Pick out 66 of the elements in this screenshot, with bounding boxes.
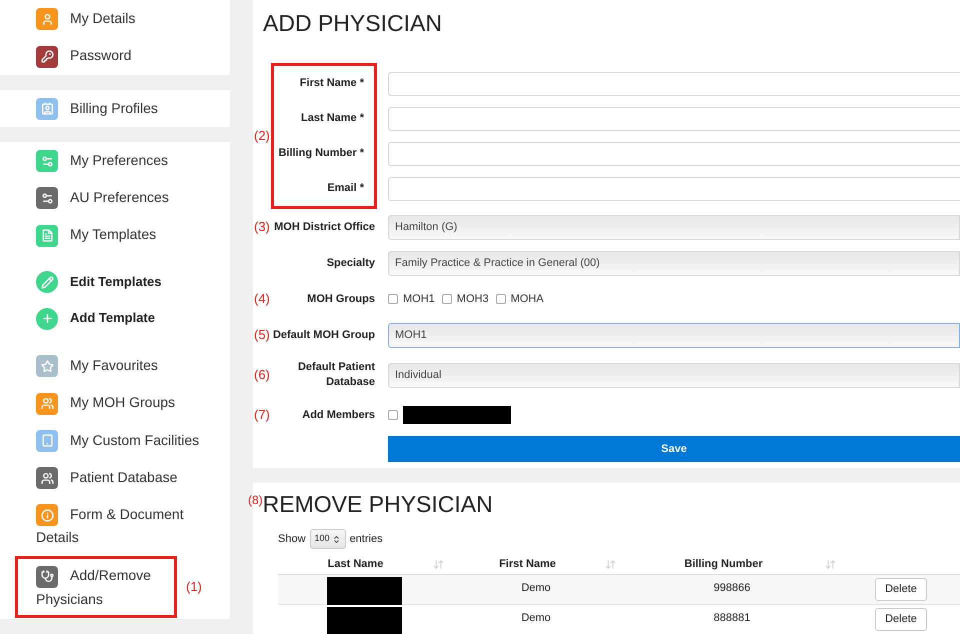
chevrons-icon [332, 534, 341, 544]
section-title: ADD PHYSICIAN [263, 9, 442, 38]
sort-icon[interactable] [825, 559, 836, 570]
checkbox-label: MOHA [510, 292, 544, 307]
show-label: Show [278, 532, 306, 547]
sidebar-link[interactable]: Edit Templates [36, 270, 206, 294]
sort-icon[interactable] [605, 559, 616, 570]
sidebar-link[interactable]: Billing Profiles [36, 96, 206, 120]
sidebar-link[interactable]: AU Preferences [36, 186, 206, 210]
table-cell-text: 888881 [714, 611, 750, 626]
field-label: First Name * [300, 76, 364, 92]
field-label: MOH Groups [307, 292, 375, 304]
checkbox[interactable] [388, 294, 398, 304]
field-label: Default MOH Group [272, 328, 375, 340]
annotation-marker: (8) [248, 492, 263, 509]
field-label: Last Name * [301, 111, 364, 126]
table-cell-text: Demo [521, 611, 551, 626]
sidebar-link[interactable]: Patient Database [36, 466, 206, 490]
annotation-marker: (4) [254, 291, 270, 306]
text-field[interactable] [388, 72, 960, 96]
checkbox[interactable] [442, 294, 452, 304]
table-cell-text: 998866 [714, 581, 750, 596]
annotation-marker: (6) [254, 367, 270, 382]
sidebar-link[interactable]: My Favourites [36, 354, 206, 378]
sidebar-link[interactable]: My Templates [36, 223, 206, 247]
annotation-marker: (7) [254, 407, 270, 422]
sidebar-link[interactable]: My Custom Facilities [36, 428, 206, 452]
column-header[interactable]: Billing Number [684, 558, 763, 570]
sidebar-link[interactable]: Password [36, 44, 206, 68]
checkbox[interactable] [388, 410, 398, 420]
field-label: Specialty [326, 256, 375, 268]
select-field[interactable]: Family Practice & Practice in General (00) [388, 250, 960, 276]
select-field[interactable]: Hamilton (G) [388, 214, 960, 240]
text-field[interactable] [388, 142, 960, 166]
sidebar-link[interactable]: My Preferences [36, 148, 206, 172]
checkbox-label: MOH1 [403, 292, 435, 307]
checkbox[interactable] [496, 294, 506, 304]
delete-button[interactable]: Delete [875, 608, 927, 631]
field-label: Add Members [302, 408, 375, 420]
sort-icon[interactable] [433, 559, 444, 570]
sidebar-link[interactable]: Add/Remove Physicians [36, 564, 174, 610]
text-field[interactable] [388, 106, 960, 130]
column-header[interactable]: Last Name [328, 558, 384, 570]
field-label: MOH District Office [274, 220, 375, 232]
field-label: Default Patient Database [298, 361, 375, 388]
section-title: REMOVE PHYSICIAN [262, 490, 493, 519]
annotation-marker: (2) [254, 128, 270, 144]
delete-button[interactable]: Delete [875, 578, 927, 601]
annotation-marker: (3) [254, 219, 270, 234]
sidebar-link[interactable]: Form & Document Details [36, 503, 206, 548]
checkbox-label: MOH3 [456, 292, 489, 307]
annotation-marker: (1) [186, 578, 202, 596]
select-field[interactable]: Individual [388, 362, 960, 388]
field-label: Email * [327, 181, 364, 196]
sidebar-link[interactable]: My Details [36, 7, 206, 30]
entries-label: entries [350, 532, 383, 547]
sidebar-link[interactable]: My MOH Groups [36, 391, 206, 414]
sidebar-link[interactable]: Add Template [36, 307, 206, 330]
page-size-select[interactable]: 100 [310, 529, 346, 549]
field-label: Billing Number * [278, 146, 364, 162]
annotation-marker: (5) [254, 327, 270, 342]
column-header[interactable]: First Name [499, 558, 556, 570]
select-field[interactable]: MOH1 [388, 322, 960, 348]
save-button[interactable]: Save [388, 436, 960, 462]
text-field[interactable] [388, 176, 960, 200]
table-cell-text: Demo [521, 581, 551, 596]
